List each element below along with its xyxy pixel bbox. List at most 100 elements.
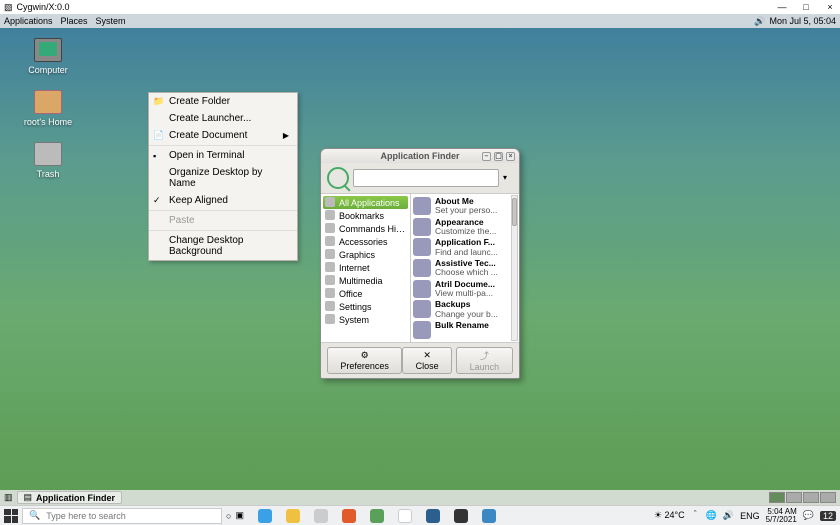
category-item[interactable]: Multimedia [323, 274, 408, 287]
menu-applications[interactable]: Applications [4, 16, 53, 26]
taskbar-item-appfinder[interactable]: ▤ Application Finder [17, 491, 123, 504]
app-list-item[interactable]: AppearanceCustomize the... [413, 217, 509, 238]
context-menu-item[interactable]: ✓Keep Aligned [149, 192, 297, 209]
cortana-button[interactable]: ○ [226, 511, 231, 521]
menu-places[interactable]: Places [61, 16, 88, 26]
notification-count[interactable]: 12 [820, 511, 836, 521]
launch-button[interactable]: ⤴ Launch [456, 347, 513, 374]
context-menu-item[interactable]: 📁Create Folder [149, 93, 297, 110]
tray-language[interactable]: ENG [740, 511, 760, 521]
appfinder-maximize-button[interactable]: ▢ [494, 152, 503, 161]
tray-network-icon[interactable]: 🌐 [706, 510, 717, 521]
notification-button[interactable]: 💬 [803, 510, 814, 521]
appfinder-close-button[interactable]: × [506, 152, 515, 161]
edge-icon[interactable] [258, 509, 272, 523]
context-menu-item: Paste [149, 212, 297, 229]
app-title: Assistive Tec... [435, 259, 498, 268]
category-item[interactable]: Commands His... [323, 222, 408, 235]
file-explorer-icon[interactable] [286, 509, 300, 523]
app-list-item[interactable]: Atril Docume...View multi-pa... [413, 279, 509, 300]
menu-item-label: Keep Aligned [169, 195, 228, 206]
app-icon[interactable] [398, 509, 412, 523]
category-icon [325, 288, 335, 298]
category-label: System [339, 315, 369, 325]
appfinder-app-list: About MeSet your perso...AppearanceCusto… [411, 194, 519, 342]
volume-icon[interactable]: 🔊 [754, 16, 765, 27]
menu-item-glyph: 📄 [153, 130, 164, 141]
tray-chevron-up-icon[interactable]: ＾ [691, 509, 700, 522]
tray-volume-icon[interactable]: 🔊 [723, 510, 734, 521]
appfinder-minimize-button[interactable]: – [482, 152, 491, 161]
app-list-item[interactable]: Application F...Find and launc... [413, 237, 509, 258]
desktop-icon-label: Trash [18, 169, 78, 179]
task-view-button[interactable]: ▣ [235, 510, 244, 521]
windows-search-placeholder: Type here to search [46, 511, 126, 521]
category-item[interactable]: Internet [323, 261, 408, 274]
category-item[interactable]: Settings [323, 300, 408, 313]
preferences-button[interactable]: ⚙ Preferences [327, 347, 402, 374]
category-label: Office [339, 289, 362, 299]
workspace-3[interactable] [803, 492, 819, 503]
context-menu-item[interactable]: Organize Desktop by Name [149, 164, 297, 192]
category-icon [325, 210, 335, 220]
app-icon[interactable] [370, 509, 384, 523]
cygwin-icon[interactable] [314, 509, 328, 523]
search-dropdown-button[interactable]: ▾ [503, 173, 513, 183]
app-icon [413, 197, 431, 215]
app-subtitle: Customize the... [435, 227, 496, 236]
app-icon[interactable] [482, 509, 496, 523]
category-icon [325, 249, 335, 259]
app-title: Bulk Rename [435, 321, 489, 330]
search-icon: 🔍 [29, 510, 40, 521]
appfinder-scrollbar[interactable] [511, 195, 518, 341]
host-title: Cygwin/X:0.0 [17, 2, 70, 12]
desktop-icon-home[interactable]: root's Home [18, 90, 78, 127]
windows-search-box[interactable]: 🔍 Type here to search [22, 508, 222, 524]
desktop-icon-trash[interactable]: Trash [18, 142, 78, 179]
app-subtitle: Set your perso... [435, 206, 497, 215]
computer-icon [34, 38, 62, 62]
windows-taskbar: 🔍 Type here to search ○ ▣ ☀ 24°C ＾ 🌐 🔊 E… [0, 505, 840, 525]
menu-system[interactable]: System [96, 16, 126, 26]
category-item[interactable]: Office [323, 287, 408, 300]
app-list-item[interactable]: About MeSet your perso... [413, 196, 509, 217]
xserver-icon[interactable] [454, 509, 468, 523]
app-subtitle: Choose which ... [435, 268, 498, 277]
show-desktop-button[interactable]: ▥ [4, 492, 13, 503]
menu-item-label: Open in Terminal [169, 150, 244, 161]
menu-item-glyph: 📁 [153, 96, 164, 107]
windows-start-button[interactable] [4, 509, 18, 523]
workspace-2[interactable] [786, 492, 802, 503]
close-button[interactable]: ✕ Close [402, 347, 452, 374]
host-maximize-button[interactable]: □ [800, 2, 812, 12]
submenu-arrow-icon: ▶ [283, 131, 289, 140]
appfinder-search-input[interactable] [353, 169, 499, 187]
trash-icon [34, 142, 62, 166]
category-item[interactable]: Bookmarks [323, 209, 408, 222]
app-icon[interactable] [426, 509, 440, 523]
host-minimize-button[interactable]: — [776, 2, 788, 12]
tray-clock[interactable]: 5:04 AM 5/7/2021 [766, 508, 797, 524]
context-menu-item[interactable]: 📄Create Document▶ [149, 127, 297, 144]
category-item[interactable]: System [323, 313, 408, 326]
category-item[interactable]: Accessories [323, 235, 408, 248]
panel-clock[interactable]: Mon Jul 5, 05:04 [769, 16, 836, 26]
host-close-button[interactable]: × [824, 2, 836, 12]
weather-widget[interactable]: ☀ 24°C [654, 510, 685, 521]
app-list-item[interactable]: BackupsChange your b... [413, 299, 509, 320]
category-label: Graphics [339, 250, 375, 260]
app-list-item[interactable]: Assistive Tec...Choose which ... [413, 258, 509, 279]
context-menu-item[interactable]: ▪Open in Terminal [149, 147, 297, 164]
app-title: Application F... [435, 238, 498, 247]
scrollbar-thumb[interactable] [512, 198, 517, 226]
context-menu-item[interactable]: Create Launcher... [149, 110, 297, 127]
appfinder-titlebar[interactable]: Application Finder – ▢ × [321, 149, 519, 163]
workspace-1[interactable] [769, 492, 785, 503]
desktop-icon-computer[interactable]: Computer [18, 38, 78, 75]
workspace-4[interactable] [820, 492, 836, 503]
app-list-item[interactable]: Bulk Rename [413, 320, 509, 340]
app-icon[interactable] [342, 509, 356, 523]
category-item[interactable]: Graphics [323, 248, 408, 261]
category-item[interactable]: All Applications [323, 196, 408, 209]
context-menu-item[interactable]: Change Desktop Background [149, 232, 297, 260]
